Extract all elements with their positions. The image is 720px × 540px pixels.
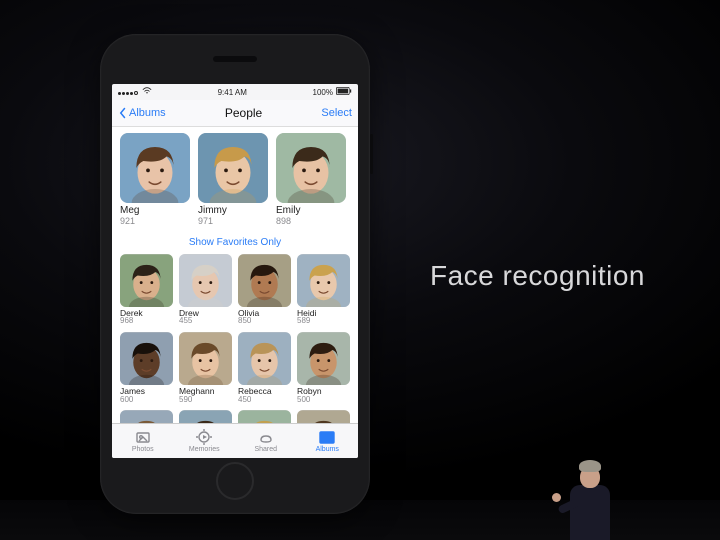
tab-shared[interactable]: Shared bbox=[235, 429, 297, 453]
favorite-person[interactable]: Emily 898 bbox=[276, 133, 346, 227]
signal-strength-icon bbox=[118, 88, 139, 97]
favorites-row: Meg 921 Jimmy 971 Emily 898 bbox=[120, 133, 350, 227]
people-grid: Derek 968 Drew 455 Olivia 850 Heidi 589 bbox=[120, 254, 350, 405]
person-count: 898 bbox=[276, 216, 346, 227]
tab-memories[interactable]: Memories bbox=[174, 429, 236, 453]
person-cell[interactable]: Heidi 589 bbox=[297, 254, 350, 326]
back-label: Albums bbox=[129, 107, 166, 119]
person-cell[interactable]: Robyn 500 bbox=[297, 332, 350, 404]
person-thumbnail bbox=[238, 332, 291, 385]
person-cell[interactable] bbox=[297, 410, 350, 423]
person-cell[interactable]: Rebecca 450 bbox=[238, 332, 291, 404]
person-thumbnail bbox=[179, 410, 232, 423]
phone-screen: 9:41 AM 100% Albums People Select bbox=[112, 84, 358, 458]
tab-label: Memories bbox=[189, 446, 220, 453]
status-time: 9:41 AM bbox=[218, 88, 247, 97]
phone-top bbox=[100, 34, 370, 84]
tab-label: Shared bbox=[254, 446, 277, 453]
person-thumbnail bbox=[179, 332, 232, 385]
person-thumbnail bbox=[297, 332, 350, 385]
person-cell[interactable]: Drew 455 bbox=[179, 254, 232, 326]
person-thumbnail bbox=[297, 410, 350, 423]
battery-icon bbox=[336, 87, 352, 97]
person-thumbnail bbox=[297, 254, 350, 307]
wifi-icon bbox=[142, 87, 152, 97]
person-count: 850 bbox=[238, 317, 291, 326]
person-cell[interactable] bbox=[238, 410, 291, 423]
person-cell[interactable] bbox=[179, 410, 232, 423]
tab-bar: Photos Memories Shared Albums bbox=[112, 423, 358, 458]
person-cell[interactable]: Olivia 850 bbox=[238, 254, 291, 326]
speaker-slot bbox=[213, 56, 257, 62]
people-scroll-view[interactable]: Meg 921 Jimmy 971 Emily 898 Show Favorit… bbox=[112, 127, 358, 423]
battery-percent: 100% bbox=[313, 88, 333, 97]
tab-label: Photos bbox=[132, 446, 154, 453]
memories-icon bbox=[196, 429, 212, 445]
person-cell[interactable]: Derek 968 bbox=[120, 254, 173, 326]
person-count: 600 bbox=[120, 396, 173, 405]
person-thumbnail bbox=[120, 332, 173, 385]
person-count: 971 bbox=[198, 216, 268, 227]
status-bar: 9:41 AM 100% bbox=[112, 84, 358, 100]
shared-icon bbox=[258, 429, 274, 445]
tab-photos[interactable]: Photos bbox=[112, 429, 174, 453]
person-cell[interactable]: Meghann 590 bbox=[179, 332, 232, 404]
chevron-left-icon bbox=[118, 107, 128, 119]
home-button[interactable] bbox=[216, 462, 254, 500]
favorite-person[interactable]: Jimmy 971 bbox=[198, 133, 268, 227]
person-count: 450 bbox=[238, 396, 291, 405]
presenter bbox=[550, 440, 630, 540]
person-name: Jimmy bbox=[198, 206, 268, 216]
person-count: 590 bbox=[179, 396, 232, 405]
iphone-device: 9:41 AM 100% Albums People Select bbox=[100, 34, 370, 514]
tab-albums[interactable]: Albums bbox=[297, 429, 359, 453]
person-cell[interactable] bbox=[120, 410, 173, 423]
person-count: 500 bbox=[297, 396, 350, 405]
favorite-person[interactable]: Meg 921 bbox=[120, 133, 190, 227]
person-thumbnail bbox=[120, 410, 173, 423]
photos-icon bbox=[135, 429, 151, 445]
person-thumbnail bbox=[276, 133, 346, 203]
slide-title: Face recognition bbox=[430, 260, 645, 292]
person-thumbnail bbox=[198, 133, 268, 203]
people-grid-partial bbox=[120, 410, 350, 423]
page-title: People bbox=[225, 106, 262, 120]
person-count: 921 bbox=[120, 216, 190, 227]
person-thumbnail bbox=[238, 254, 291, 307]
person-count: 455 bbox=[179, 317, 232, 326]
person-thumbnail bbox=[120, 254, 173, 307]
back-button[interactable]: Albums bbox=[118, 107, 166, 119]
person-thumbnail bbox=[238, 410, 291, 423]
person-thumbnail bbox=[179, 254, 232, 307]
albums-icon bbox=[319, 429, 335, 445]
navigation-bar: Albums People Select bbox=[112, 100, 358, 127]
person-count: 589 bbox=[297, 317, 350, 326]
select-button[interactable]: Select bbox=[321, 107, 352, 119]
person-count: 968 bbox=[120, 317, 173, 326]
person-name: Emily bbox=[276, 206, 346, 216]
person-thumbnail bbox=[120, 133, 190, 203]
show-favorites-link[interactable]: Show Favorites Only bbox=[120, 237, 350, 248]
tab-label: Albums bbox=[316, 446, 339, 453]
person-name: Meg bbox=[120, 206, 190, 216]
person-cell[interactable]: James 600 bbox=[120, 332, 173, 404]
